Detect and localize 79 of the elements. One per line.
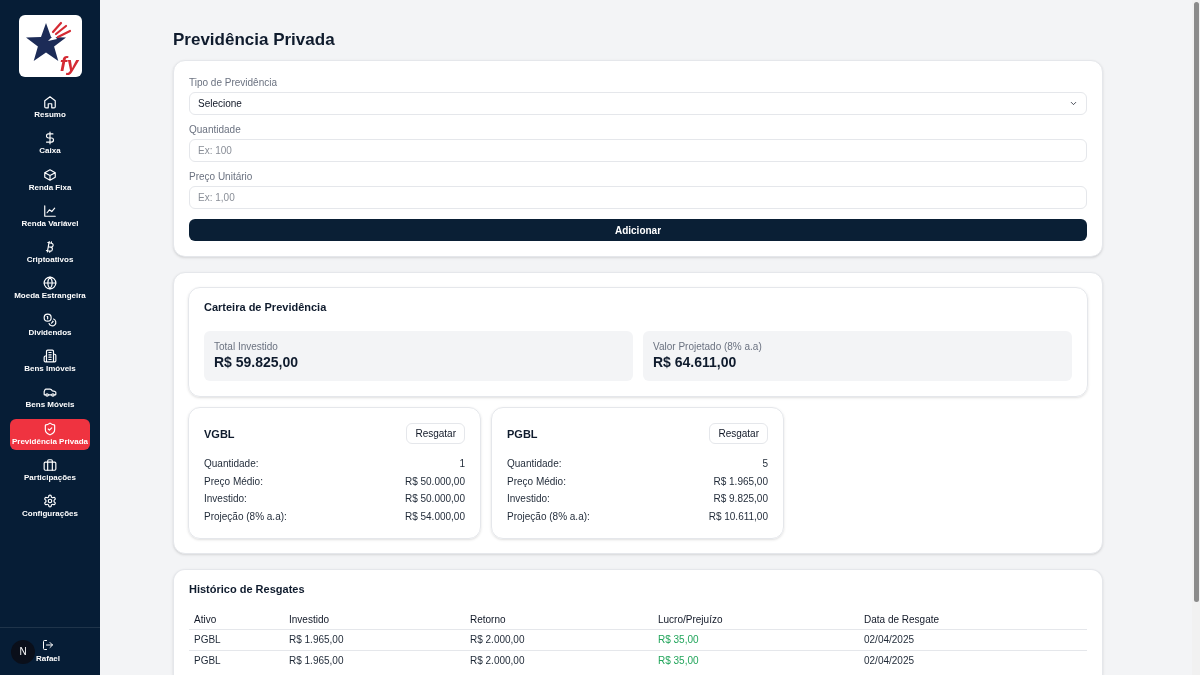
cube-icon — [43, 167, 57, 182]
car-icon — [43, 385, 57, 400]
nav-item[interactable]: Moeda Estrangeira — [10, 273, 90, 305]
select-field[interactable]: Selecione — [189, 92, 1087, 115]
column-header: Investido — [288, 613, 331, 627]
detail-value: R$ 10.611,00 — [708, 509, 768, 524]
detail-value: 5 — [762, 457, 768, 471]
coins-icon — [43, 312, 57, 327]
nav-item[interactable]: Criptoativos — [10, 237, 90, 269]
column-header: Data de Resgate — [863, 613, 941, 627]
plan-name: PGBL — [507, 426, 538, 441]
redeem-button[interactable]: Resgatar — [709, 423, 768, 444]
nav-item[interactable]: Bens Imóveis — [10, 346, 90, 378]
home-icon — [43, 95, 57, 109]
plan-name: VGBL — [204, 426, 235, 441]
add-button[interactable]: Adicionar — [189, 219, 1087, 241]
table-cell-text: R$ 1.965,00 — [288, 654, 345, 668]
table-cell-text: R$ 35,00 — [657, 654, 700, 668]
scrollbar-thumb[interactable] — [1193, 2, 1199, 602]
stat-label: Total Investido — [214, 341, 279, 353]
nav-item[interactable]: Configurações — [10, 491, 90, 523]
briefcase-icon — [43, 457, 57, 472]
nav-item[interactable]: Renda Variável — [10, 200, 90, 232]
nav-item[interactable]: Dividendos — [10, 309, 90, 341]
nav-item[interactable]: Bens Móveis — [10, 382, 90, 414]
detail-value: R$ 9.825,00 — [713, 492, 768, 506]
table-cell-text: R$ 2.000,00 — [469, 654, 526, 668]
detail-value: R$ 1.965,00 — [713, 474, 768, 489]
bitcoin-icon — [43, 240, 57, 255]
field-label: Tipo de Previdência — [189, 76, 278, 89]
redeem-button[interactable]: Resgatar — [406, 423, 465, 444]
field-label: Preço Unitário — [189, 170, 254, 183]
dollar-icon — [43, 131, 57, 146]
logo-text: fy — [59, 53, 79, 75]
table-cell-text: 02/04/2025 — [863, 654, 916, 668]
detail-value: 1 — [459, 457, 465, 471]
building-icon — [43, 349, 57, 364]
column-header: Ativo — [193, 613, 218, 627]
detail-label: Preço Médio: — [204, 474, 263, 489]
stat-label: Valor Projetado (8% a.a) — [653, 341, 763, 353]
section-title: Carteira de Previdência — [204, 300, 328, 314]
settings-icon — [43, 494, 57, 509]
detail-label: Projeção (8% a.a): — [204, 509, 287, 524]
detail-label: Investido: — [204, 492, 247, 506]
section-title: Histórico de Resgates — [189, 582, 306, 596]
detail-value: R$ 50.000,00 — [404, 492, 465, 506]
detail-value: R$ 54.000,00 — [404, 509, 465, 524]
chevron-down-icon — [1069, 99, 1078, 108]
detail-value: R$ 50.000,00 — [404, 474, 465, 489]
field-label: Quantidade — [189, 123, 242, 136]
table-cell-text: PGBL — [193, 633, 222, 647]
globe-icon — [43, 276, 57, 291]
detail-label: Investido: — [507, 492, 550, 506]
logout-button[interactable]: Rafael — [36, 639, 60, 664]
nav-item[interactable]: Previdência Privada — [10, 418, 90, 450]
table-cell-text: PGBL — [193, 654, 222, 668]
table-cell-text: R$ 35,00 — [657, 633, 700, 647]
detail-label: Preço Médio: — [507, 474, 566, 489]
logout-icon — [42, 639, 54, 651]
column-header: Lucro/Prejuízo — [657, 613, 724, 627]
table-cell-text: R$ 1.965,00 — [288, 633, 345, 647]
table-cell-text: 02/04/2025 — [863, 633, 916, 647]
column-header: Retorno — [469, 613, 507, 627]
stat-value: R$ 64.611,00 — [653, 353, 738, 371]
nav-item[interactable]: Caixa — [10, 128, 90, 160]
detail-label: Projeção (8% a.a): — [507, 509, 590, 524]
detail-label: Quantidade: — [204, 457, 259, 471]
page-title: Previdência Privada — [173, 29, 336, 51]
line-chart-icon — [43, 203, 57, 218]
letter-badge[interactable]: N — [11, 639, 35, 664]
nav-item[interactable]: Renda Fixa — [10, 164, 90, 196]
shield-check-icon — [43, 421, 57, 436]
detail-label: Quantidade: — [507, 457, 562, 471]
table-cell-text: R$ 2.000,00 — [469, 633, 526, 647]
stat-value: R$ 59.825,00 — [214, 353, 300, 371]
nav-item[interactable]: Resumo — [10, 92, 90, 123]
input-field[interactable]: Ex: 100 — [189, 139, 1087, 162]
input-field[interactable]: Ex: 1,00 — [189, 186, 1087, 209]
nav-item[interactable]: Participações — [10, 454, 90, 486]
